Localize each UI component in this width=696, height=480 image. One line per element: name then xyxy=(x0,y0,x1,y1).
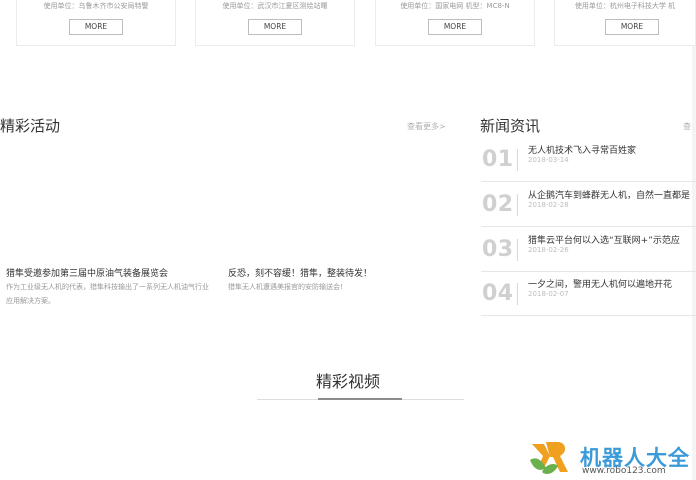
news-date: 2018-03-14 xyxy=(528,156,569,164)
watermark-url: www.robo123.com xyxy=(582,466,666,476)
news-date: 2018-02-26 xyxy=(528,246,569,254)
news-heading: 新闻资讯 xyxy=(480,117,541,135)
case-user-text: 使用单位：国家电网 机型：MC8-N xyxy=(400,2,510,10)
news-title[interactable]: 猎隼云平台何以入选“互联网+”示范应 xyxy=(528,233,680,246)
news-item[interactable]: 03 猎隼云平台何以入选“互联网+”示范应 2018-02-26 xyxy=(481,227,696,272)
more-button[interactable]: MORE xyxy=(69,19,123,35)
activity-title[interactable]: 反恐，刻不容缓！猎隼，整装待发！ xyxy=(228,266,372,279)
divider xyxy=(517,149,518,171)
news-index: 01 xyxy=(482,147,514,172)
video-heading: 精彩视频 xyxy=(315,372,380,391)
news-item[interactable]: 01 无人机技术飞入寻常百姓家 2018-03-14 xyxy=(481,137,696,182)
case-card-1: 使用单位：乌鲁木齐市公安局特警 MORE xyxy=(16,0,176,46)
activity-desc: 应用解决方案。 xyxy=(6,297,55,305)
news-index: 04 xyxy=(482,281,514,306)
heading-underline-accent xyxy=(318,398,402,400)
case-card-4: 使用单位：杭州电子科技大学 机 MORE xyxy=(554,0,696,46)
case-card-2: 使用单位：武汉市江夏区测绘站曙 MORE xyxy=(195,0,355,46)
activity-desc: 作为工业级无人机的代表，猎隼科技输出了一系列无人机油气行业 xyxy=(6,283,209,291)
activities-more-link[interactable]: 查看更多> xyxy=(407,121,446,132)
news-index: 02 xyxy=(482,192,514,217)
divider xyxy=(517,239,518,261)
more-button[interactable]: MORE xyxy=(248,19,302,35)
news-date: 2018-02-07 xyxy=(528,290,569,298)
news-index: 03 xyxy=(482,237,514,262)
news-item[interactable]: 02 从企鹅汽车到蜂群无人机，自然一直都是 2018-02-28 xyxy=(481,182,696,227)
news-title[interactable]: 无人机技术飞入寻常百姓家 xyxy=(528,143,636,156)
divider xyxy=(517,194,518,216)
case-user-text: 使用单位：乌鲁木齐市公安局特警 xyxy=(43,2,149,10)
more-button[interactable]: MORE xyxy=(428,19,482,35)
watermark-logo: 机器人大全 www.robo123.com xyxy=(528,438,696,478)
news-more-link[interactable]: 查 xyxy=(683,121,691,132)
robot-logo-icon xyxy=(530,442,568,474)
activity-desc: 猎隼无人机遭遇美报官的安防输送会! xyxy=(228,283,343,291)
activity-title[interactable]: 猎隼受邀参加第三届中原油气装备展览会 xyxy=(6,266,168,279)
more-button[interactable]: MORE xyxy=(605,19,659,35)
news-item[interactable]: 04 一夕之间，警用无人机何以遍地开花 2018-02-07 xyxy=(481,271,696,316)
case-user-text: 使用单位：杭州电子科技大学 机 xyxy=(574,2,676,10)
case-user-text: 使用单位：武汉市江夏区测绘站曙 xyxy=(222,2,328,10)
case-card-3: 使用单位：国家电网 机型：MC8-N MORE xyxy=(375,0,535,46)
news-title[interactable]: 一夕之间，警用无人机何以遍地开花 xyxy=(528,277,672,290)
news-title[interactable]: 从企鹅汽车到蜂群无人机，自然一直都是 xyxy=(528,188,690,201)
divider xyxy=(517,283,518,305)
activities-heading: 精彩活动 xyxy=(0,117,61,135)
news-date: 2018-02-28 xyxy=(528,201,569,209)
